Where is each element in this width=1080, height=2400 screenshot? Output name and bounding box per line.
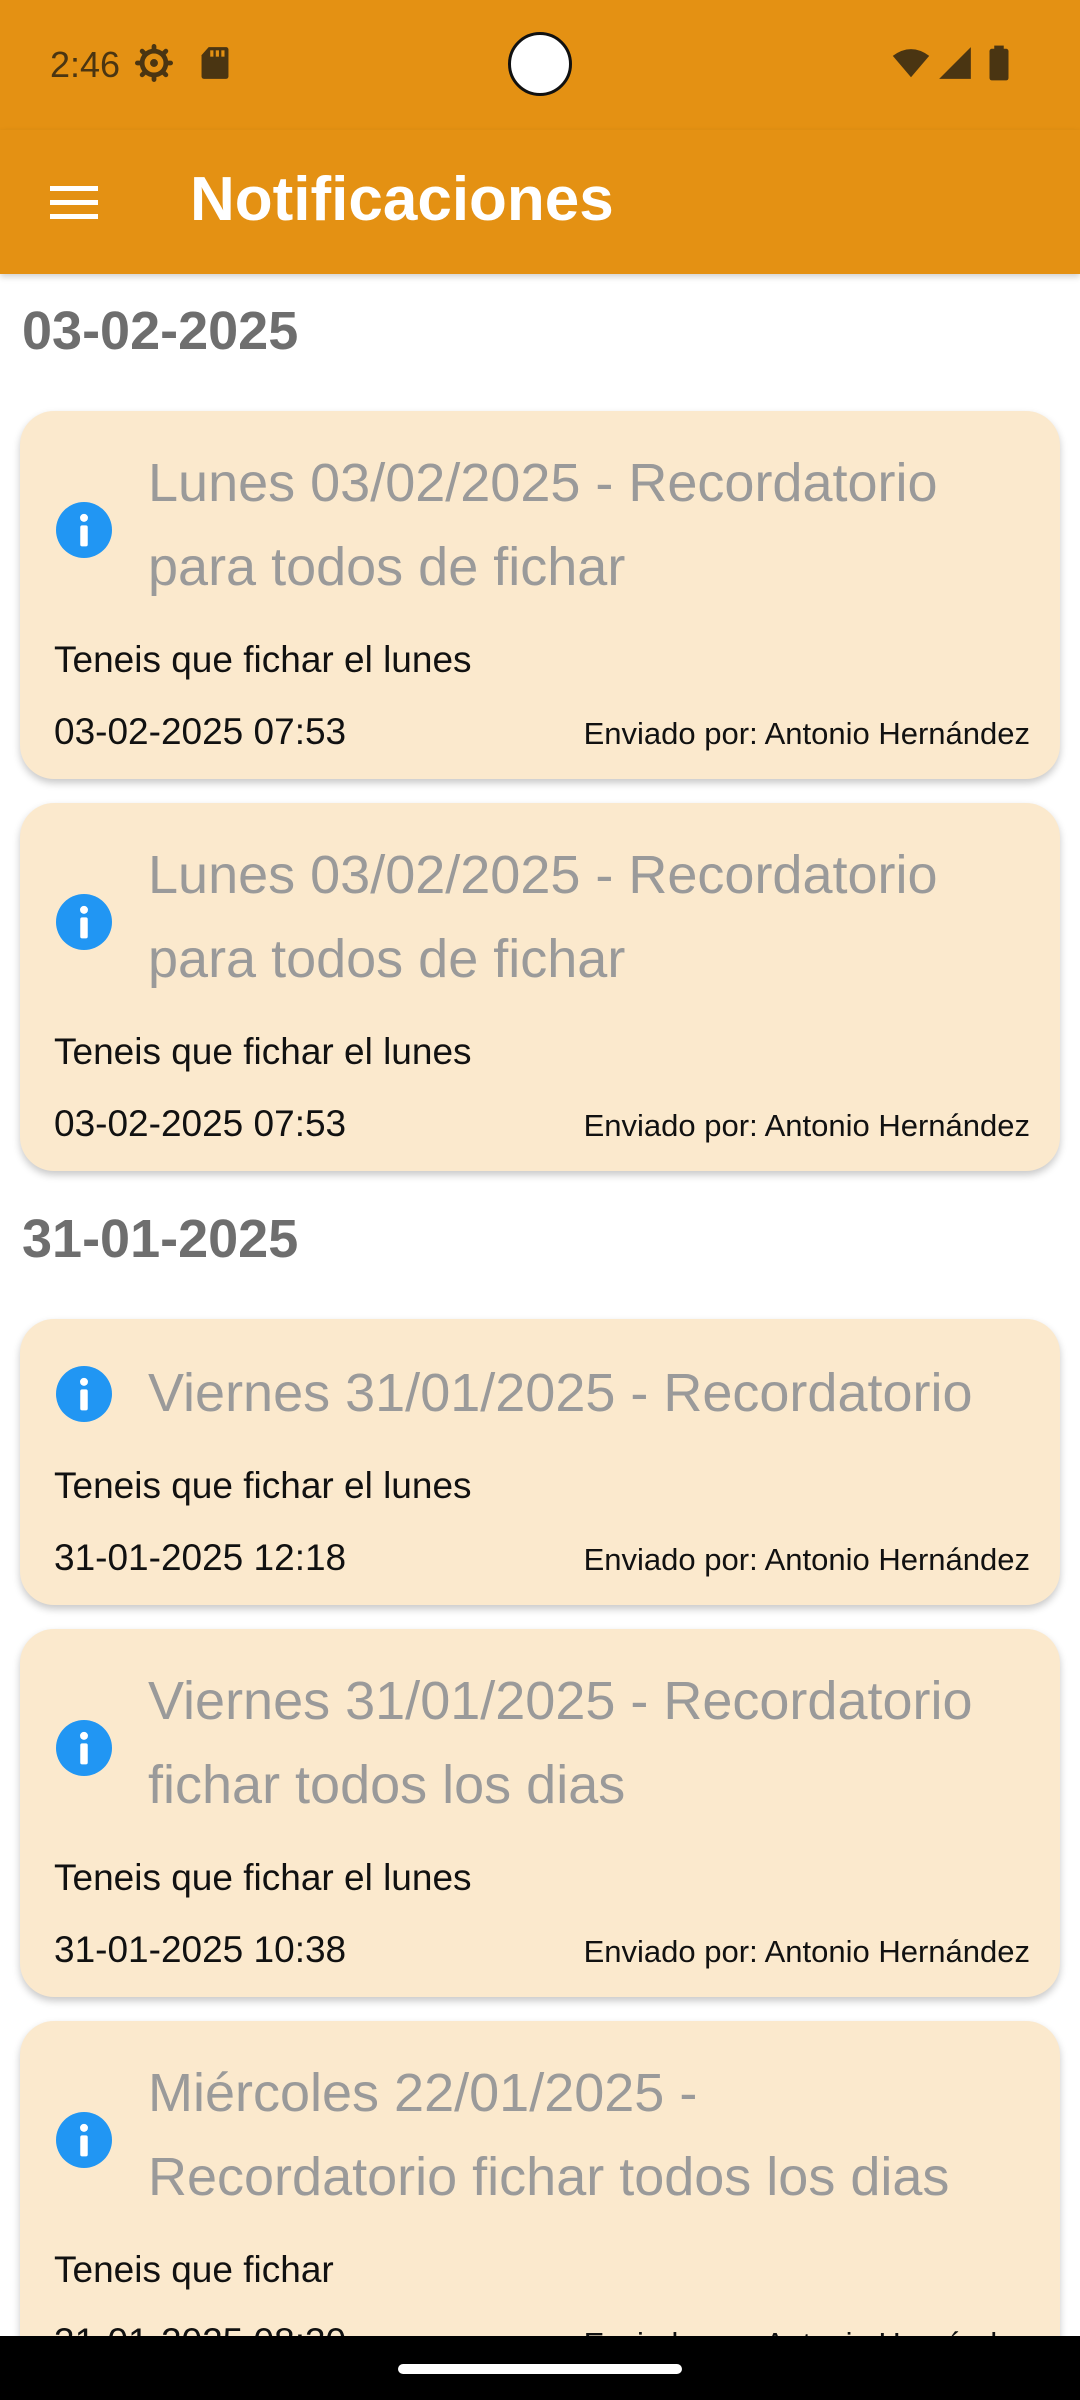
notification-card[interactable]: Miércoles 22/01/2025 - Recordatorio fich…: [20, 2021, 1060, 2336]
status-time: 2:46: [50, 44, 121, 85]
menu-button[interactable]: [38, 172, 110, 232]
notification-card[interactable]: Lunes 03/02/2025 - Recordatorio para tod…: [20, 803, 1060, 1171]
info-icon: [56, 502, 112, 558]
notification-title: Viernes 31/01/2025 - Recordatorio fichar…: [148, 1671, 973, 1815]
notification-card[interactable]: Viernes 31/01/2025 - Recordatorio fichar…: [20, 1629, 1060, 1997]
notification-timestamp: 31-01-2025 12:18: [54, 1537, 347, 1578]
info-icon: [56, 894, 112, 950]
wifi-icon: [892, 49, 930, 78]
home-gesture-handle[interactable]: [398, 2364, 682, 2374]
notifications-list[interactable]: 03-02-2025 Lunes 03/02/2025 - Recordator…: [0, 274, 1080, 2336]
notification-card[interactable]: Viernes 31/01/2025 - Recordatorio Teneis…: [20, 1319, 1060, 1605]
notification-timestamp: 31-01-2025 10:38: [54, 1929, 347, 1970]
page-title: Notificaciones: [190, 165, 614, 234]
notification-title: Viernes 31/01/2025 - Recordatorio: [148, 1363, 973, 1423]
notification-sender: Enviado por: Antonio Hernández: [583, 1108, 1030, 1143]
info-icon: [56, 1366, 112, 1422]
camera-cutout: [508, 32, 572, 96]
notification-body: Teneis que fichar el lunes: [54, 1465, 472, 1506]
notification-card[interactable]: Lunes 03/02/2025 - Recordatorio para tod…: [20, 411, 1060, 779]
notification-title: Lunes 03/02/2025 - Recordatorio para tod…: [148, 453, 938, 597]
notification-sender: Enviado por: Antonio Hernández: [584, 2326, 1030, 2336]
sd-card-icon: [201, 47, 229, 79]
system-nav-bar: [0, 2336, 1080, 2400]
notification-sender: Enviado por: Antonio Hernández: [583, 1542, 1030, 1577]
notification-timestamp: 03-02-2025 07:53: [54, 1103, 347, 1144]
notification-sender: Enviado por: Antonio Hernández: [583, 716, 1030, 751]
battery-icon: [989, 45, 1009, 81]
notification-sender: Enviado por: Antonio Hernández: [583, 1934, 1030, 1969]
info-icon: [56, 1720, 112, 1776]
screen: 2:46 Notificaciones 03-02-2025 Lunes 03/…: [0, 0, 1080, 2400]
signal-icon: [939, 47, 971, 79]
date-header: 31-01-2025: [22, 1209, 299, 1269]
notification-timestamp: 31-01-2025 08:30: [54, 2321, 346, 2336]
notification-body: Teneis que fichar: [54, 2249, 334, 2290]
notification-title: Miércoles 22/01/2025 - Recordatorio fich…: [148, 2063, 950, 2207]
notification-body: Teneis que fichar el lunes: [54, 1857, 472, 1898]
info-icon: [56, 2112, 112, 2168]
notification-timestamp: 03-02-2025 07:53: [54, 711, 347, 752]
status-bar: 2:46: [0, 0, 1080, 130]
settings-gear-icon: [135, 44, 173, 82]
notification-body: Teneis que fichar el lunes: [54, 1031, 472, 1072]
date-header: 03-02-2025: [22, 301, 299, 361]
app-bar: Notificaciones: [0, 130, 1080, 274]
hamburger-menu-icon: [50, 186, 98, 219]
notification-body: Teneis que fichar el lunes: [54, 639, 472, 680]
notification-title: Lunes 03/02/2025 - Recordatorio para tod…: [148, 845, 938, 989]
